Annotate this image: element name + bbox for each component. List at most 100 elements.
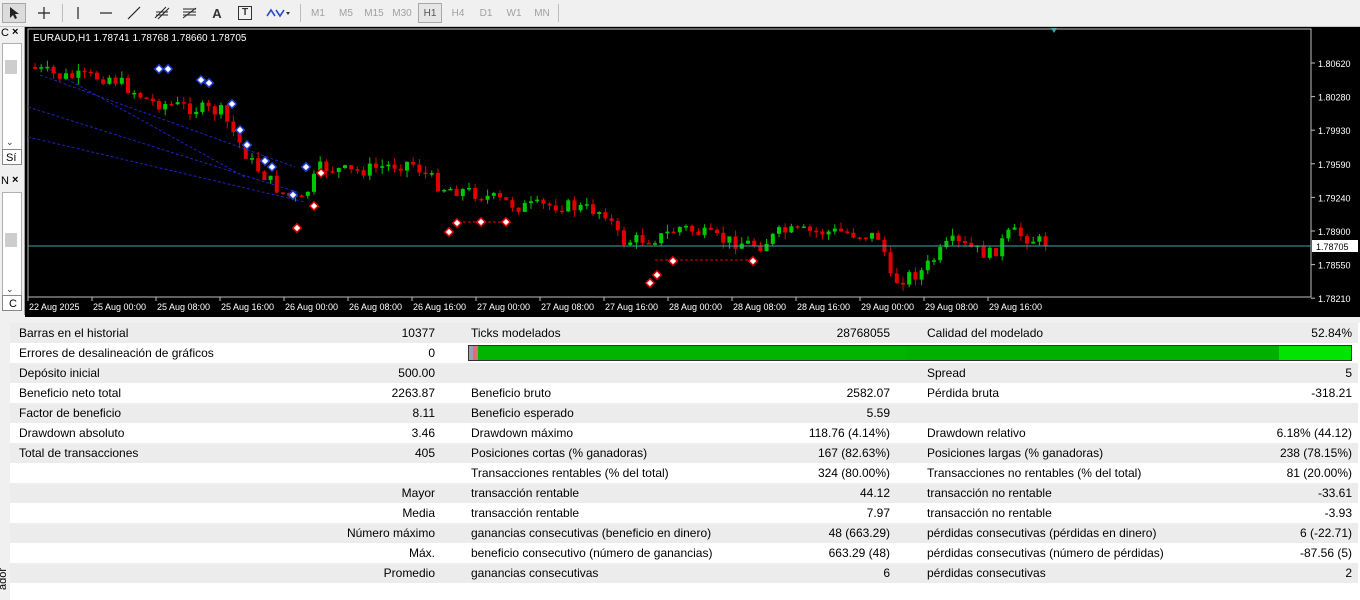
- bullish-candle: [826, 231, 831, 235]
- buy-marker-icon: [500, 216, 512, 228]
- bearish-candle: [212, 106, 217, 115]
- bearish-candle: [541, 199, 546, 204]
- scroll-down-icon[interactable]: ⌄: [6, 284, 14, 295]
- bullish-candle: [194, 111, 199, 115]
- bullish-candle: [200, 102, 205, 112]
- bullish-candle: [938, 247, 943, 261]
- bullish-candle: [746, 240, 750, 244]
- bearish-candle: [721, 232, 726, 243]
- bullish-candle: [925, 260, 930, 271]
- bearish-candle: [454, 188, 459, 197]
- time-label: 27 Aug 08:00: [541, 302, 594, 312]
- bearish-candle: [423, 172, 428, 175]
- panel-1-close-icon[interactable]: ×: [12, 26, 18, 38]
- timeframe-d1[interactable]: D1: [474, 3, 498, 23]
- timeframe-h4[interactable]: H4: [446, 3, 470, 23]
- bullish-candle: [460, 189, 465, 197]
- bullish-candle: [1006, 229, 1011, 239]
- time-label: 26 Aug 00:00: [285, 302, 338, 312]
- trend-line: [39, 74, 296, 168]
- panel-2-tab[interactable]: C: [2, 295, 22, 311]
- text-tool-icon[interactable]: A: [206, 3, 228, 23]
- bearish-candle: [70, 73, 75, 78]
- time-label: 25 Aug 16:00: [221, 302, 274, 312]
- bearish-candle: [150, 98, 155, 102]
- bearish-candle: [57, 73, 62, 79]
- bullish-candle: [584, 204, 589, 206]
- bullish-candle: [219, 105, 223, 115]
- bearish-candle: [876, 232, 881, 240]
- bearish-candle: [188, 103, 192, 115]
- time-label: 29 Aug 00:00: [861, 302, 914, 312]
- timeframe-m30[interactable]: M30: [390, 3, 414, 23]
- bearish-candle: [622, 230, 626, 246]
- report-row: Máx. beneficio consecutivo (número de gan…: [10, 543, 1358, 563]
- panel-1-tab[interactable]: Sí: [2, 149, 22, 165]
- timeframe-m15[interactable]: M15: [362, 3, 386, 23]
- bearish-candle: [820, 231, 825, 235]
- bearish-candle: [671, 231, 676, 234]
- price-label: 1.78900: [1318, 227, 1351, 237]
- symbol-info: EURAUD,H1 1.78741 1.78768 1.78660 1.7870…: [33, 33, 247, 44]
- stat-value: -87.56 (5): [1299, 546, 1352, 560]
- bearish-candle: [262, 171, 267, 181]
- report-row: Barras en el historial 10377 Ticks modelad…: [10, 323, 1358, 343]
- bearish-candle: [956, 235, 961, 242]
- scrollbar-thumb[interactable]: [5, 233, 17, 247]
- timeframe-w1[interactable]: W1: [502, 3, 526, 23]
- timeframe-h1[interactable]: H1: [418, 3, 442, 23]
- bearish-candle: [504, 197, 509, 201]
- scrollbar-thumb[interactable]: [5, 60, 17, 74]
- bearish-candle: [374, 163, 378, 168]
- report-row: Promedio ganancias consecutivas 6 pérdidas …: [10, 563, 1358, 583]
- timeframe-m1[interactable]: M1: [306, 3, 330, 23]
- bearish-candle: [646, 242, 651, 245]
- timeframe-mn[interactable]: MN: [530, 3, 554, 23]
- vertical-line-tool-icon[interactable]: [66, 3, 90, 23]
- panel-1-scrollbar[interactable]: ⌄: [2, 43, 22, 151]
- panel-header-2: N ×: [0, 174, 24, 189]
- sell-marker-icon: [300, 161, 312, 173]
- horizontal-line-tool-icon[interactable]: [94, 3, 118, 23]
- sell-marker-icon: [153, 63, 165, 75]
- bullish-candle: [950, 235, 955, 241]
- panel-2-scrollbar[interactable]: ⌄: [2, 192, 22, 298]
- bullish-candle: [597, 212, 602, 215]
- bullish-candle: [39, 67, 44, 69]
- bearish-candle: [690, 225, 695, 232]
- crosshair-tool-icon[interactable]: [32, 3, 56, 23]
- side-tab-label[interactable]: ador: [0, 568, 9, 590]
- scroll-down-icon[interactable]: ⌄: [6, 137, 14, 148]
- bullish-candle: [529, 201, 533, 203]
- bearish-candle: [138, 92, 143, 98]
- toolbar-separator: [62, 4, 63, 22]
- bearish-candle: [256, 158, 261, 172]
- bearish-candle: [901, 282, 905, 285]
- bullish-candle: [268, 175, 273, 181]
- time-label: 28 Aug 00:00: [669, 302, 722, 312]
- bullish-candle: [919, 270, 924, 280]
- timeframe-m5[interactable]: M5: [334, 3, 358, 23]
- text-label-tool-icon[interactable]: T: [234, 3, 256, 23]
- buy-marker-icon: [475, 216, 487, 228]
- arrows-tool-icon[interactable]: [262, 3, 294, 23]
- price-chart[interactable]: EURAUD,H1 1.78741 1.78768 1.78660 1.7870…: [25, 27, 1360, 317]
- trendline-tool-icon[interactable]: [122, 3, 146, 23]
- report-row: Depósito inicial 500.00 Spread 5: [10, 363, 1358, 383]
- equidistant-channel-tool-icon[interactable]: [150, 3, 174, 23]
- bullish-candle: [665, 231, 670, 234]
- fibonacci-tool-icon[interactable]: [178, 3, 202, 23]
- panel-2-close-icon[interactable]: ×: [12, 174, 18, 186]
- bearish-candle: [169, 103, 174, 106]
- bearish-candle: [857, 237, 862, 239]
- bullish-candle: [467, 187, 471, 190]
- trend-line: [44, 66, 246, 178]
- cursor-tool-icon[interactable]: [2, 3, 26, 23]
- shift-marker-icon[interactable]: [1051, 28, 1057, 33]
- stat-value: 2: [1345, 566, 1352, 580]
- report-row: Total de transacciones 405 Posiciones cort…: [10, 443, 1358, 463]
- bullish-candle: [777, 227, 781, 234]
- bearish-candle: [845, 231, 850, 233]
- bearish-candle: [510, 200, 515, 208]
- toolbar-separator: [558, 4, 559, 22]
